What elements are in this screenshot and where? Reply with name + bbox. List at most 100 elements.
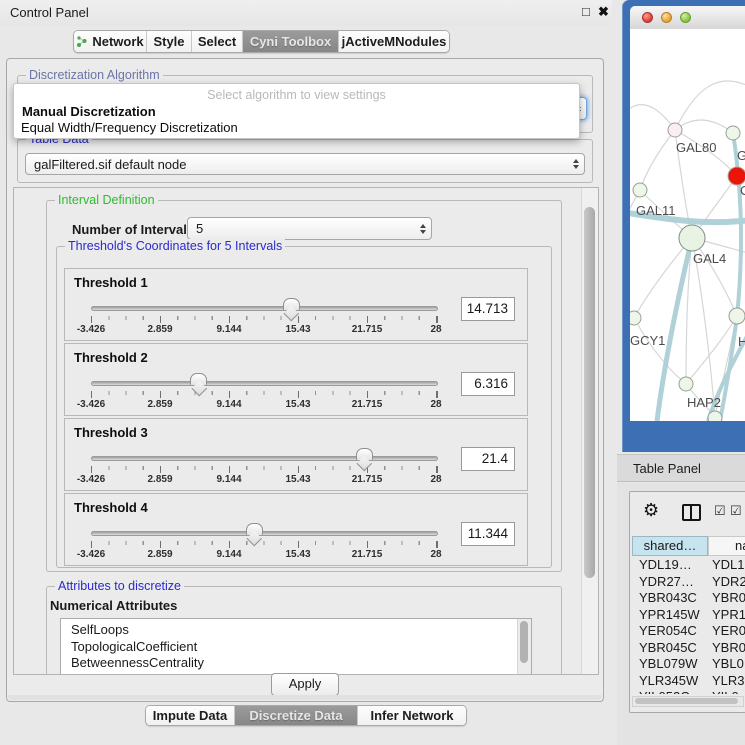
- slider-track[interactable]: [91, 306, 438, 311]
- threshold-panel: Threshold 1 -3.4262.8599.14415.4321.7152…: [64, 268, 528, 341]
- tab-style[interactable]: Style: [146, 31, 191, 52]
- table-row[interactable]: YBL079WYBL0: [632, 656, 745, 673]
- close-icon[interactable]: ✖: [598, 4, 609, 20]
- tick-label: 28: [430, 549, 441, 560]
- column-header-shared-name[interactable]: shared…: [632, 536, 708, 556]
- dropdown-option-equal-width-frequency[interactable]: Equal Width/Frequency Discretization: [21, 120, 238, 135]
- column-header-name[interactable]: na: [708, 536, 745, 556]
- tick-label: -3.426: [77, 399, 105, 410]
- svg-text:H: H: [738, 334, 745, 349]
- apply-button[interactable]: Apply: [271, 673, 339, 696]
- tab-infer-network[interactable]: Infer Network: [357, 706, 466, 725]
- algorithm-dropdown-popup: Select algorithm to view settings Manual…: [13, 83, 580, 139]
- table-horizontal-scrollbar[interactable]: [632, 696, 744, 707]
- threshold-value-field[interactable]: 21.4: [461, 447, 515, 471]
- network-window-titlebar[interactable]: [630, 6, 745, 30]
- attribute-list-item[interactable]: SelfLoops: [61, 622, 517, 639]
- node-gal4[interactable]: [679, 225, 705, 251]
- threshold-label: Threshold 1: [74, 275, 148, 290]
- table-panel-title: Table Panel: [617, 454, 745, 482]
- tick-label: 15.43: [285, 474, 310, 485]
- tick-label: 28: [430, 399, 441, 410]
- threshold-value-field[interactable]: 11.344: [461, 522, 515, 546]
- zoom-button[interactable]: [680, 12, 691, 23]
- discretization-algorithm-group-label: Discretization Algorithm: [26, 68, 163, 82]
- threshold-label: Threshold 3: [74, 425, 148, 440]
- float-window-icon[interactable]: □: [582, 4, 590, 19]
- threshold-label: Threshold 4: [74, 500, 148, 515]
- numerical-attributes-list[interactable]: SelfLoopsTopologicalCoefficientBetweenne…: [60, 618, 532, 675]
- table-data-combobox[interactable]: galFiltered.sif default node: [25, 153, 585, 175]
- tick-label: 2.859: [147, 549, 172, 560]
- scrollbar-thumb[interactable]: [520, 621, 528, 663]
- network-canvas[interactable]: GAL80 G C GAL11 GAL4 GCY1 H HAP2: [630, 29, 745, 421]
- svg-text:GAL4: GAL4: [693, 251, 726, 266]
- slider-track[interactable]: [91, 456, 438, 461]
- scrollbar-thumb[interactable]: [635, 698, 738, 704]
- table-row[interactable]: YER054CYER0: [632, 623, 745, 640]
- gear-icon[interactable]: ⚙: [643, 500, 659, 521]
- slider-track[interactable]: [91, 531, 438, 536]
- tab-impute-data[interactable]: Impute Data: [146, 706, 234, 725]
- threshold-value-field[interactable]: 14.713: [461, 297, 515, 321]
- tick-label: 9.144: [216, 549, 241, 560]
- tab-network[interactable]: Network: [74, 31, 146, 52]
- scrollbar-thumb[interactable]: [584, 207, 595, 578]
- node-gcy1[interactable]: [630, 311, 641, 325]
- tick-label: 15.43: [285, 324, 310, 335]
- node-right[interactable]: [729, 308, 745, 324]
- tick-label: 9.144: [216, 474, 241, 485]
- slider-major-ticks: [91, 316, 438, 323]
- checkbox-checked-icon[interactable]: ☑: [730, 503, 742, 519]
- close-button[interactable]: [642, 12, 653, 23]
- node-top-right[interactable]: [726, 126, 740, 140]
- cyni-toolbox-panel: Discretization Algorithm Select algorith…: [6, 58, 604, 702]
- node-hap2[interactable]: [679, 377, 693, 391]
- node-gal80[interactable]: [668, 123, 682, 137]
- dropdown-option-manual-discretization[interactable]: Manual Discretization: [22, 104, 156, 119]
- slider-major-ticks: [91, 541, 438, 548]
- table-row[interactable]: YDR27…YDR2: [632, 574, 745, 591]
- slider-track[interactable]: [91, 381, 438, 386]
- tab-cyni-toolbox[interactable]: Cyni Toolbox: [242, 31, 338, 52]
- combo-arrows-icon: [573, 154, 579, 174]
- table-row[interactable]: YPR145WYPR1: [632, 607, 745, 624]
- slider-thumb[interactable]: [283, 298, 300, 310]
- combo-arrows-icon: [420, 218, 426, 239]
- checkbox-checked-icon[interactable]: ☑: [714, 503, 726, 519]
- tick-label: 9.144: [216, 399, 241, 410]
- table-row[interactable]: YLR345WYLR3: [632, 673, 745, 690]
- threshold-panel: Threshold 3 -3.4262.8599.14415.4321.7152…: [64, 418, 528, 491]
- attributes-scrollbar[interactable]: [517, 619, 531, 675]
- svg-text:G: G: [737, 148, 745, 163]
- threshold-panel: Threshold 4 -3.4262.8599.14415.4321.7152…: [64, 493, 528, 566]
- attribute-list-item[interactable]: BetweennessCentrality: [61, 655, 517, 672]
- network-graph: GAL80 G C GAL11 GAL4 GCY1 H HAP2: [630, 29, 745, 421]
- tab-select[interactable]: Select: [191, 31, 242, 52]
- node-gal11[interactable]: [633, 183, 647, 197]
- table-row[interactable]: YBR043CYBR0: [632, 590, 745, 607]
- slider-major-ticks: [91, 391, 438, 398]
- number-of-intervals-combobox[interactable]: 5: [187, 217, 432, 240]
- tab-discretize-data[interactable]: Discretize Data: [234, 706, 357, 725]
- table-row[interactable]: YIL052CYIL0: [632, 689, 745, 694]
- settings-vertical-scrollbar[interactable]: [581, 188, 598, 674]
- window-title: Control Panel: [10, 5, 89, 20]
- slider-thumb[interactable]: [356, 448, 373, 460]
- tick-label: 28: [430, 324, 441, 335]
- slider-thumb[interactable]: [246, 523, 263, 535]
- attribute-list-item[interactable]: TopologicalCoefficient: [61, 639, 517, 656]
- minimize-button[interactable]: [661, 12, 672, 23]
- threshold-value-field[interactable]: 6.316: [461, 372, 515, 396]
- tab-jactivemnodules[interactable]: jActiveMNodules: [338, 31, 449, 52]
- node-bottom[interactable]: [708, 411, 722, 421]
- table-row[interactable]: YBR045CYBR0: [632, 640, 745, 657]
- tick-label: 2.859: [147, 474, 172, 485]
- split-columns-icon[interactable]: [682, 504, 701, 521]
- tick-label: 28: [430, 474, 441, 485]
- table-row[interactable]: YDL19…YDL1: [632, 557, 745, 574]
- tick-label: 2.859: [147, 399, 172, 410]
- tick-label: 21.715: [352, 474, 383, 485]
- slider-thumb[interactable]: [190, 373, 207, 385]
- tick-label: 21.715: [352, 324, 383, 335]
